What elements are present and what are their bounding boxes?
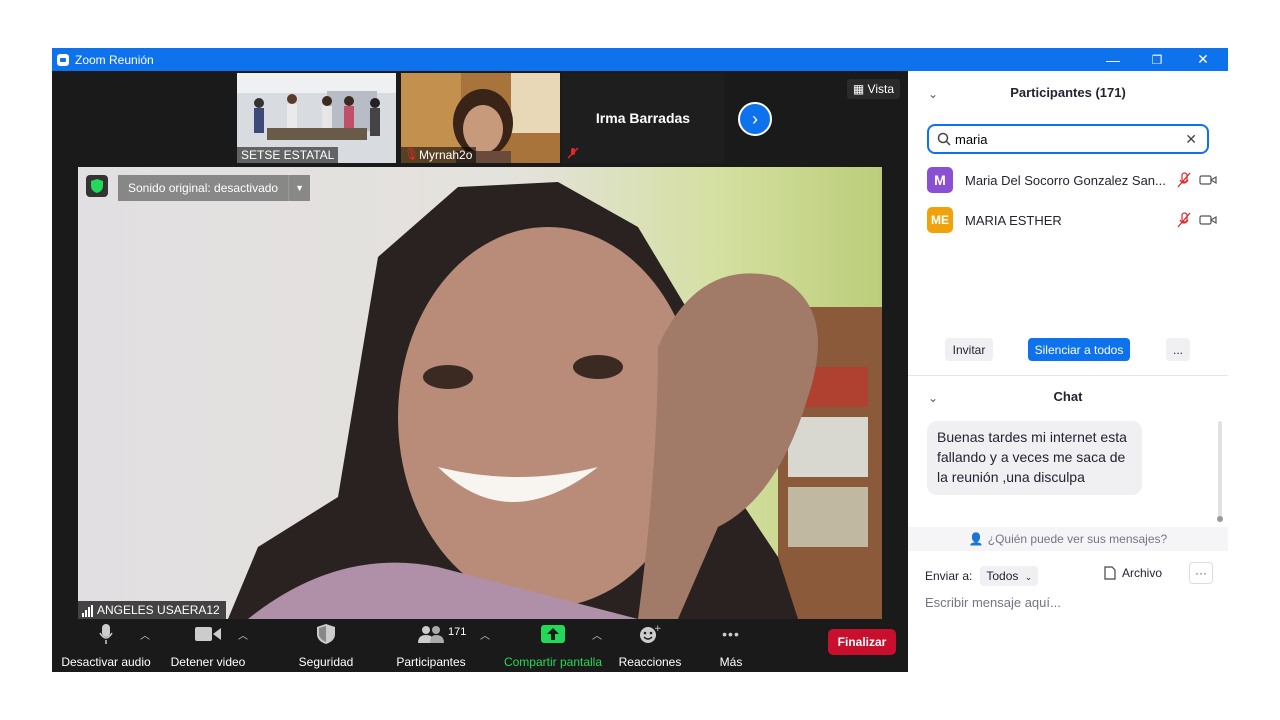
participant-row[interactable]: M Maria Del Socorro Gonzalez San...: [927, 167, 1217, 193]
video-camera-icon: [195, 619, 221, 649]
encryption-shield-icon: [86, 175, 108, 197]
thumbnail-name: SETSE ESTATAL: [237, 147, 339, 163]
reactions-label: Reacciones: [618, 655, 682, 669]
muted-mic-icon: [1177, 172, 1191, 188]
chevron-right-icon: ›: [752, 108, 758, 129]
participant-name: MARIA ESTHER: [965, 212, 1062, 228]
chat-scrollbar[interactable]: [1218, 421, 1222, 519]
participant-name: Maria Del Socorro Gonzalez San...: [965, 172, 1166, 188]
original-sound-label: Sonido original: desactivado: [128, 181, 279, 195]
speaker-name: ANGELES USAERA12: [97, 603, 220, 617]
participants-count: 171: [448, 626, 467, 638]
original-sound-toggle[interactable]: Sonido original: desactivado ▼: [118, 175, 311, 201]
share-screen-label: Compartir pantalla: [503, 655, 603, 669]
search-icon: [937, 132, 951, 146]
panel-divider: [908, 375, 1228, 376]
chevron-down-icon: ⌄: [1024, 572, 1033, 582]
chat-message-input[interactable]: Escribir mensaje aquí...: [925, 595, 1061, 610]
close-button[interactable]: ✕: [1180, 48, 1226, 71]
grid-icon: ▦: [852, 82, 865, 96]
person-lock-icon: 👤: [968, 532, 984, 546]
minimize-button[interactable]: —: [1090, 48, 1136, 71]
video-options-caret[interactable]: ︿: [238, 627, 248, 642]
chat-message: Buenas tardes mi internet esta fallando …: [927, 421, 1142, 495]
muted-mic-icon: [567, 147, 579, 159]
window-title: Zoom Reunión: [75, 52, 154, 67]
send-to-dropdown[interactable]: Todos ⌄: [980, 566, 1039, 586]
next-page-button[interactable]: ›: [738, 102, 772, 136]
send-to-value: Todos: [986, 569, 1019, 583]
more-button[interactable]: ••• Más: [706, 619, 756, 672]
thumbnail-irma-barradas[interactable]: Irma Barradas: [562, 73, 724, 163]
search-value: maria: [955, 131, 988, 147]
thumbnail-myrnah2o[interactable]: Myrnah2o 🎙: [401, 73, 560, 163]
shield-icon: [317, 619, 335, 649]
mute-all-button[interactable]: Silenciar a todos: [1028, 338, 1130, 361]
participant-name-label: Irma Barradas: [595, 110, 691, 126]
participants-options-caret[interactable]: ︿: [480, 627, 490, 642]
avatar: M: [927, 167, 953, 193]
speaker-video-image: [78, 167, 882, 619]
end-meeting-button[interactable]: Finalizar: [828, 629, 896, 655]
participants-icon: [418, 619, 444, 649]
zoom-window: Zoom Reunión — ❐ ✕ SETSE ESTATAL Myrnah2…: [52, 48, 1228, 672]
share-screen-icon: [541, 619, 565, 649]
stop-video-button[interactable]: Detener video: [168, 619, 248, 672]
participant-row[interactable]: ME MARIA ESTHER: [927, 207, 1217, 233]
video-camera-icon: [1199, 174, 1217, 186]
reactions-button[interactable]: + Reacciones: [618, 619, 682, 672]
microphone-icon: [99, 619, 113, 649]
mute-audio-button[interactable]: Desactivar audio: [61, 619, 151, 672]
security-button[interactable]: Seguridad: [288, 619, 364, 672]
file-label: Archivo: [1122, 566, 1163, 580]
scrollbar-thumb[interactable]: [1217, 516, 1223, 522]
file-button[interactable]: Archivo: [1104, 566, 1162, 580]
file-icon: [1104, 566, 1116, 580]
title-bar: Zoom Reunión — ❐ ✕: [52, 48, 1228, 71]
meeting-toolbar: Desactivar audio ︿ Detener video ︿ Segur…: [52, 619, 908, 672]
smiley-plus-icon: +: [639, 619, 661, 649]
send-to-row: Enviar a: Todos ⌄: [925, 566, 1039, 586]
view-button[interactable]: ▦ Vista: [846, 79, 900, 99]
chat-more-button[interactable]: ···: [1189, 562, 1213, 584]
who-can-see-messages[interactable]: 👤 ¿Quién puede ver sus mensajes?: [908, 527, 1228, 551]
video-camera-icon: [1199, 214, 1217, 226]
avatar: ME: [927, 207, 953, 233]
muted-mic-icon: 🎙: [404, 147, 420, 161]
participants-title: Participantes (171): [1010, 85, 1126, 100]
more-label: Más: [719, 655, 743, 669]
restore-button[interactable]: ❐: [1134, 48, 1180, 71]
share-options-caret[interactable]: ︿: [592, 627, 602, 642]
mute-audio-label: Desactivar audio: [61, 655, 151, 669]
send-to-label: Enviar a:: [925, 569, 973, 583]
view-label: Vista: [867, 82, 894, 96]
chat-title: Chat: [1053, 389, 1083, 404]
share-screen-button[interactable]: Compartir pantalla: [500, 619, 606, 672]
audio-options-caret[interactable]: ︿: [140, 627, 150, 642]
zoom-logo-icon: [57, 53, 69, 66]
side-panel: ⌄ Participantes (171) maria ✕ M Maria De…: [908, 71, 1228, 672]
who-can-see-label: ¿Quién puede ver sus mensajes?: [987, 532, 1168, 546]
thumbnail-setse-estatal[interactable]: SETSE ESTATAL: [237, 73, 396, 163]
active-speaker-video: Sonido original: desactivado ▼ ANGELES U…: [78, 167, 882, 619]
security-label: Seguridad: [298, 655, 354, 669]
participants-label: Participantes: [396, 655, 466, 669]
svg-text:+: +: [654, 624, 661, 634]
signal-bars-icon: [82, 605, 93, 617]
participants-more-button[interactable]: ...: [1166, 338, 1190, 361]
participant-search-input[interactable]: maria ✕: [927, 124, 1209, 154]
invite-button[interactable]: Invitar: [945, 338, 993, 361]
more-dots-icon: •••: [722, 626, 740, 642]
video-stage: SETSE ESTATAL Myrnah2o 🎙 Irma Barradas ›…: [52, 71, 908, 672]
chevron-down-icon[interactable]: ▼: [288, 175, 310, 201]
stop-video-label: Detener video: [170, 655, 246, 669]
speaker-name-tag: ANGELES USAERA12: [78, 601, 226, 619]
muted-mic-icon: [1177, 212, 1191, 228]
clear-search-icon[interactable]: ✕: [1185, 131, 1197, 148]
